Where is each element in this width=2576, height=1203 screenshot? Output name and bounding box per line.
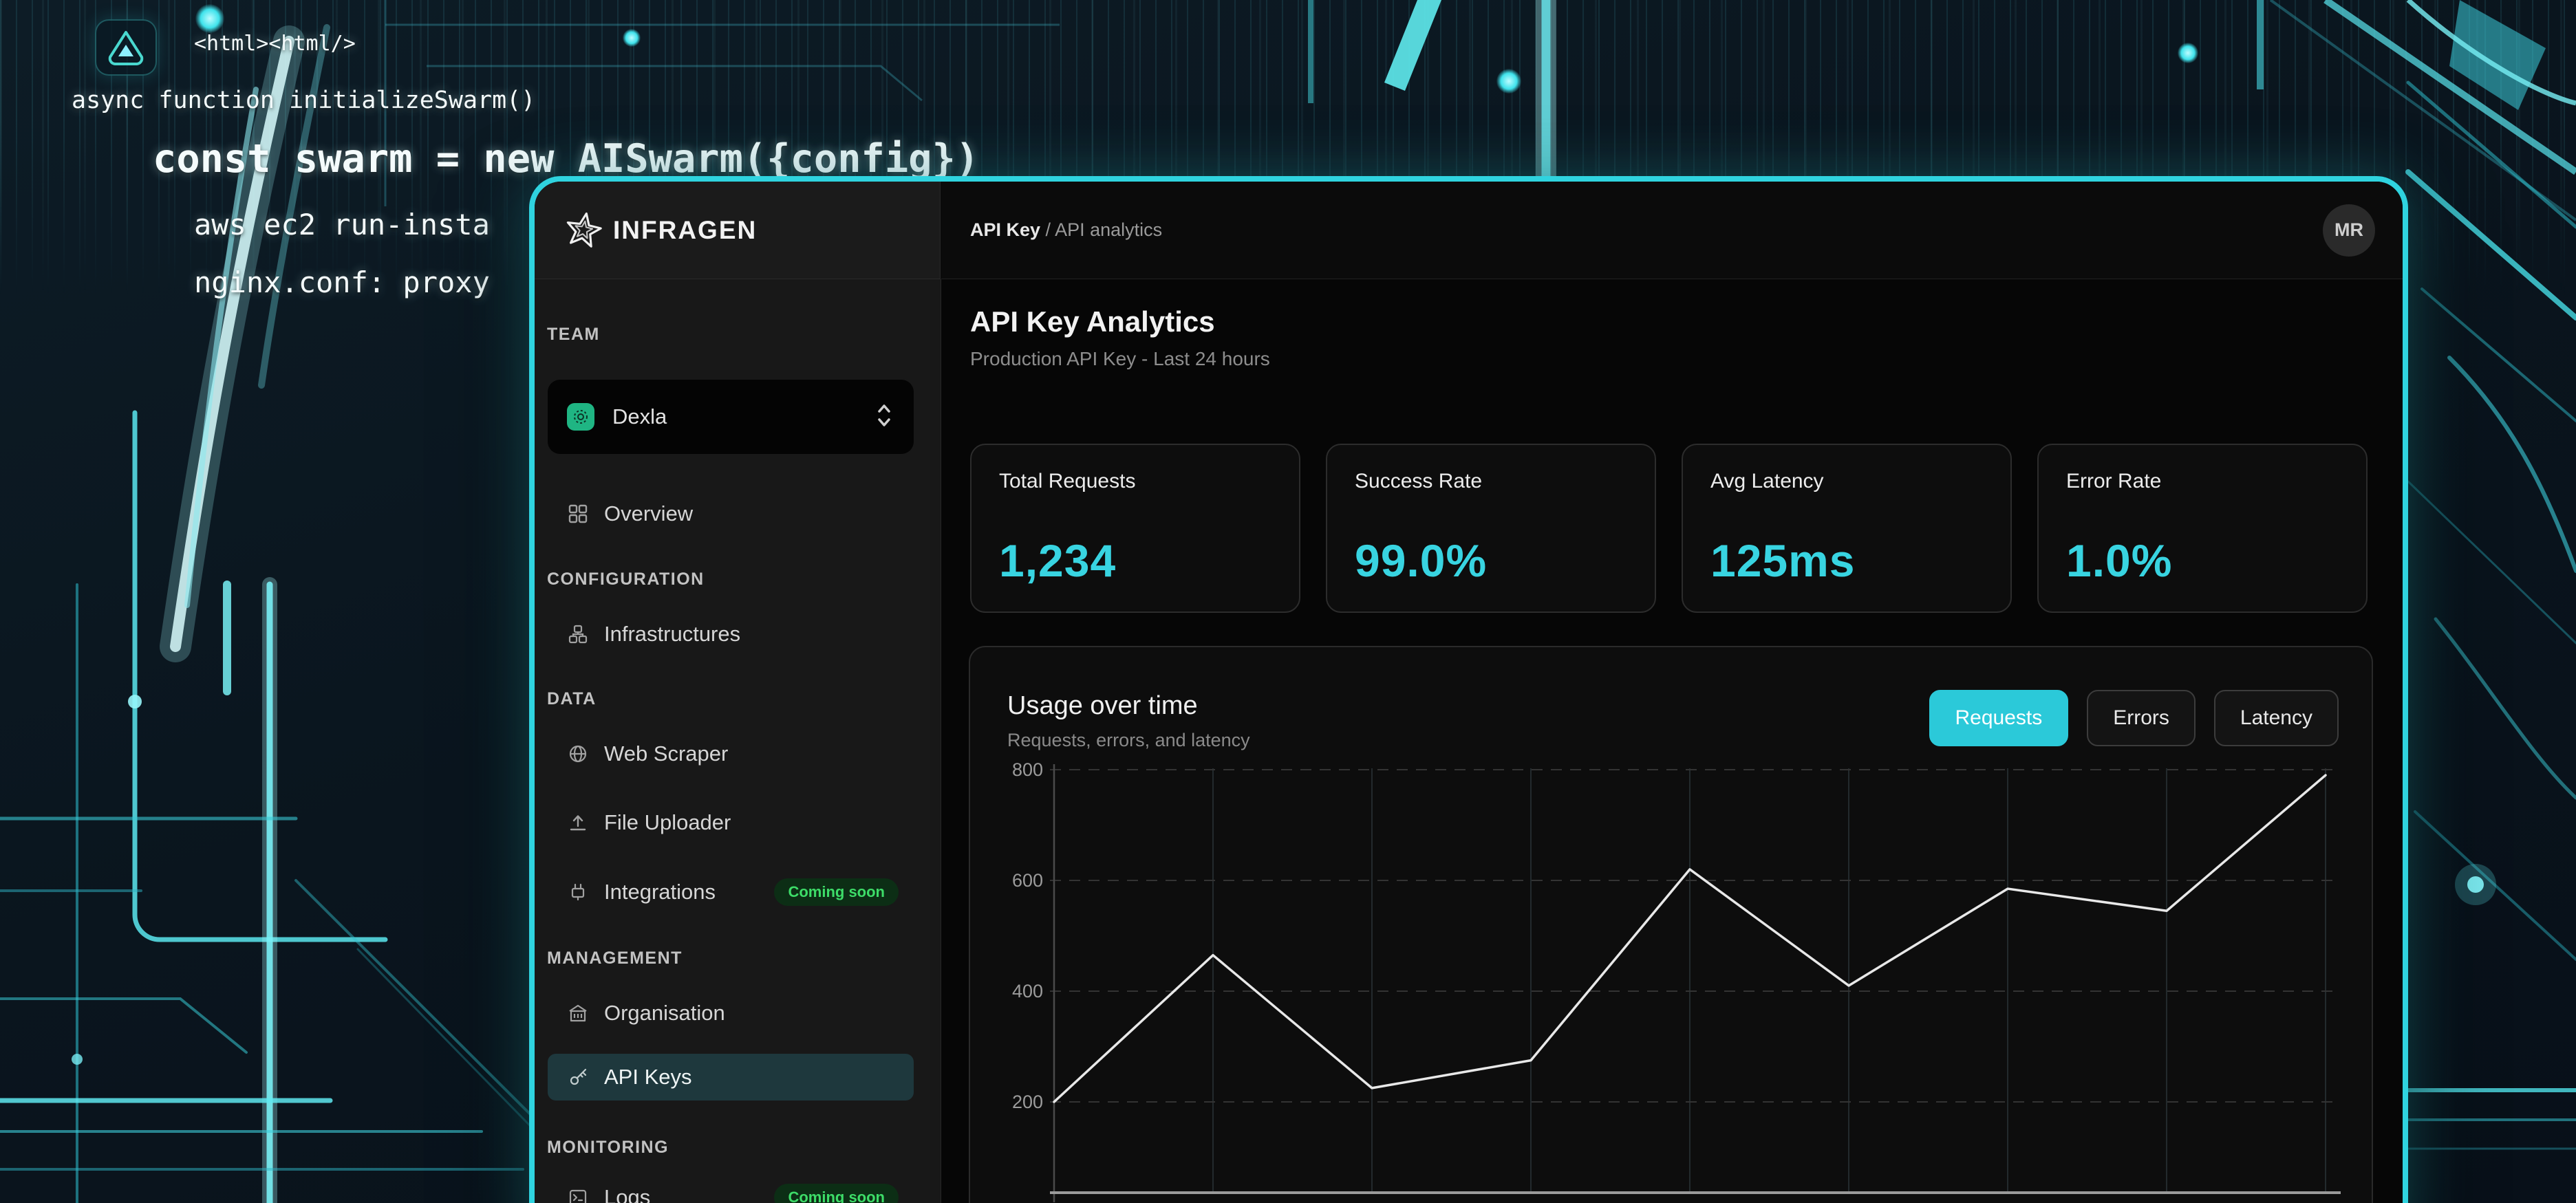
bg-code-line: aws ec2 run-insta (194, 208, 490, 241)
bg-triangle-logo-badge (95, 19, 157, 76)
stat-value: 1,234 (999, 534, 1271, 587)
app-window: INFRAGEN API Key / API analytics MR TEAM… (529, 176, 2408, 1203)
team-name: Dexla (612, 404, 667, 429)
sidebar-item-logs[interactable]: Logs Coming soon (548, 1176, 914, 1203)
bg-code-line: <html><html/> (194, 32, 356, 56)
logs-icon (568, 1187, 588, 1203)
sidebar-item-label: Logs (604, 1185, 650, 1203)
page-head: API Key Analytics Production API Key - L… (970, 305, 1270, 370)
breadcrumb-primary[interactable]: API Key (970, 219, 1040, 240)
stats-row: Total Requests 1,234 Success Rate 99.0% … (970, 444, 2368, 613)
sidebar: TEAM Dexla Overview CONFIGURA (535, 279, 941, 1203)
sidebar-section-configuration: CONFIGURATION (547, 570, 705, 589)
infragen-logo-icon (565, 212, 602, 249)
y-axis-tick-label: 400 (1012, 981, 1043, 1001)
usage-chart-card: Usage over time Requests, errors, and la… (969, 646, 2373, 1203)
page-subtitle: Production API Key - Last 24 hours (970, 348, 1270, 370)
stat-card-success-rate: Success Rate 99.0% (1326, 444, 1656, 613)
breadcrumb-secondary: API analytics (1055, 219, 1162, 240)
chart-series-toggles: Requests Errors Latency (1929, 690, 2339, 746)
sidebar-item-file-uploader[interactable]: File Uploader (548, 801, 914, 844)
stat-card-avg-latency: Avg Latency 125ms (1682, 444, 2012, 613)
chevron-up-down-icon (875, 402, 893, 433)
toggle-requests-button[interactable]: Requests (1929, 690, 2069, 746)
sidebar-item-integrations[interactable]: Integrations Coming soon (548, 871, 914, 913)
stat-card-total-requests: Total Requests 1,234 (970, 444, 1300, 613)
sidebar-item-api-keys[interactable]: API Keys (548, 1054, 914, 1101)
team-picker[interactable]: Dexla (548, 380, 914, 454)
sidebar-item-label: Organisation (604, 1001, 725, 1026)
cluster-icon (568, 624, 588, 644)
stat-card-error-rate: Error Rate 1.0% (2037, 444, 2368, 613)
sidebar-section-team: TEAM (547, 325, 600, 345)
globe-icon (568, 744, 588, 764)
bg-code-line: async function initializeSwarm() (72, 87, 535, 114)
sidebar-item-overview[interactable]: Overview (548, 492, 914, 535)
bg-glow-dot (623, 29, 641, 47)
sidebar-item-label: Integrations (604, 880, 716, 904)
y-axis-tick-label: 800 (1012, 759, 1043, 780)
sidebar-section-data: DATA (547, 689, 597, 709)
sidebar-section-monitoring: MONITORING (547, 1138, 669, 1158)
organisation-icon (568, 1003, 588, 1023)
stat-label: Success Rate (1355, 470, 1627, 493)
brand-name: INFRAGEN (613, 216, 757, 245)
chart-title: Usage over time (1007, 691, 1198, 721)
stat-label: Error Rate (2066, 470, 2339, 493)
coming-soon-badge: Coming soon (774, 1184, 899, 1203)
sidebar-item-infrastructures[interactable]: Infrastructures (548, 613, 914, 655)
stat-label: Avg Latency (1710, 470, 1983, 493)
chart-subtitle: Requests, errors, and latency (1007, 730, 1250, 751)
team-logo-icon (567, 403, 594, 431)
avatar[interactable]: MR (2323, 204, 2375, 257)
page-title: API Key Analytics (970, 305, 1270, 338)
stat-label: Total Requests (999, 470, 1271, 493)
main-content: API Key Analytics Production API Key - L… (941, 279, 2403, 1203)
stat-value: 125ms (1710, 534, 1983, 587)
grid-icon (568, 503, 588, 524)
bg-glow-dot (195, 4, 224, 33)
bg-code-line: nginx.conf: proxy (194, 265, 490, 299)
usage-line-chart: 800 600 400 200 (999, 749, 2358, 1203)
breadcrumb-separator: / (1040, 219, 1055, 240)
key-icon (568, 1067, 588, 1087)
breadcrumb[interactable]: API Key / API analytics (970, 219, 1162, 241)
sidebar-item-label: API Keys (604, 1065, 692, 1090)
bg-code-line: const swarm = new AISwarm({config}) (153, 136, 979, 182)
stat-value: 1.0% (2066, 534, 2339, 587)
sidebar-item-label: File Uploader (604, 810, 731, 835)
bg-glow-dot (2178, 43, 2198, 63)
sidebar-section-management: MANAGEMENT (547, 949, 683, 968)
bg-light-streaks (175, 28, 327, 647)
sidebar-item-label: Infrastructures (604, 622, 740, 647)
bg-bottom-left-circuits (0, 413, 619, 1203)
top-header: API Key / API analytics MR (941, 182, 2403, 279)
screen: <html><html/> async function initializeS… (0, 0, 2576, 1203)
stat-value: 99.0% (1355, 534, 1627, 587)
y-axis-tick-label: 600 (1012, 870, 1043, 891)
sidebar-item-organisation[interactable]: Organisation (548, 992, 914, 1034)
bg-glow-dot (1496, 69, 1521, 94)
triangle-logo-icon (105, 28, 147, 67)
plug-icon (568, 882, 588, 902)
sidebar-item-label: Web Scraper (604, 741, 728, 766)
y-axis-tick-label: 200 (1012, 1092, 1043, 1112)
sidebar-item-web-scraper[interactable]: Web Scraper (548, 733, 914, 775)
bg-right-circuits (2408, 83, 2576, 1149)
toggle-latency-button[interactable]: Latency (2214, 690, 2339, 746)
brand-header: INFRAGEN (535, 182, 941, 279)
toggle-errors-button[interactable]: Errors (2087, 690, 2196, 746)
upload-icon (568, 812, 588, 833)
sidebar-item-label: Overview (604, 501, 693, 526)
coming-soon-badge: Coming soon (774, 878, 899, 906)
